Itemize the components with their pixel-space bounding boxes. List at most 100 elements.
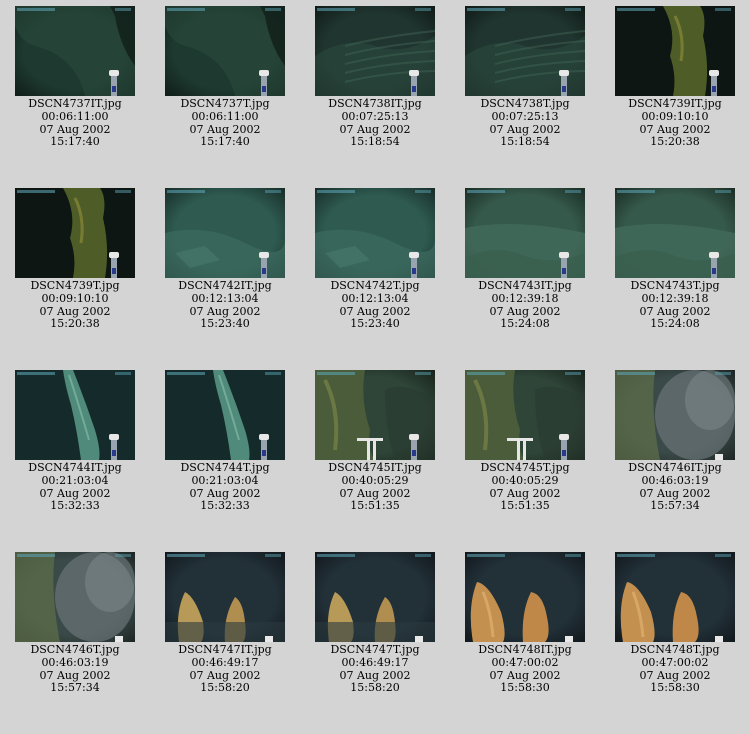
caption-time: 15:51:35: [350, 499, 400, 513]
thumbnail-image-link[interactable]: [465, 552, 585, 642]
caption-filename: DSCN4748IT.jpg: [478, 643, 572, 656]
caption-timecode: 00:21:03:04: [191, 473, 259, 487]
caption-time: 15:24:08: [500, 317, 550, 331]
caption-time: 15:18:54: [350, 135, 400, 149]
thumbnail-image-link[interactable]: [15, 6, 135, 96]
caption-filename: DSCN4738T.jpg: [480, 97, 570, 110]
thumbnail-image-link[interactable]: [465, 6, 585, 96]
thumbnail-image: [165, 552, 285, 642]
thumbnail-image: [15, 188, 135, 278]
caption-filename: DSCN4745IT.jpg: [328, 461, 422, 474]
thumbnail-item: DSCN4745T.jpg 00:40:05:29 07 Aug 2002 15:51…: [450, 370, 600, 513]
thumbnail-image: [315, 370, 435, 460]
thumbnail-caption: DSCN4748IT.jpg 00:47:00:02 07 Aug 2002 15:5…: [450, 643, 600, 695]
caption-filename: DSCN4748T.jpg: [630, 643, 720, 656]
thumbnail-image-link[interactable]: [465, 370, 585, 460]
caption-time: 15:23:40: [350, 317, 400, 331]
caption-time: 15:17:40: [50, 135, 100, 149]
caption-timecode: 00:47:00:02: [491, 655, 559, 669]
thumbnail-image: [615, 552, 735, 642]
caption-time: 15:18:54: [500, 135, 550, 149]
caption-timecode: 00:06:11:00: [191, 109, 259, 123]
caption-timecode: 00:40:05:29: [491, 473, 559, 487]
thumbnail-image: [615, 188, 735, 278]
thumbnail-image: [315, 6, 435, 96]
thumbnail-item: DSCN4747IT.jpg 00:46:49:17 07 Aug 2002 15:5…: [150, 552, 300, 695]
caption-timecode: 00:09:10:10: [641, 109, 709, 123]
caption-time: 15:57:34: [650, 499, 700, 513]
caption-filename: DSCN4737T.jpg: [180, 97, 270, 110]
thumbnail-item: DSCN4742T.jpg 00:12:13:04 07 Aug 2002 15:23…: [300, 188, 450, 331]
caption-timecode: 00:47:00:02: [641, 655, 709, 669]
thumbnail-image-link[interactable]: [615, 188, 735, 278]
thumbnail-image-link[interactable]: [615, 552, 735, 642]
thumbnail-caption: DSCN4739T.jpg 00:09:10:10 07 Aug 2002 15:20…: [0, 279, 150, 331]
caption-timecode: 00:06:11:00: [41, 109, 109, 123]
thumbnail-caption: DSCN4748T.jpg 00:47:00:02 07 Aug 2002 15:58…: [600, 643, 750, 695]
thumbnail-image-link[interactable]: [15, 552, 135, 642]
thumbnail-image: [15, 552, 135, 642]
caption-timecode: 00:09:10:10: [41, 291, 109, 305]
thumbnail-caption: DSCN4742T.jpg 00:12:13:04 07 Aug 2002 15:23…: [300, 279, 450, 331]
caption-filename: DSCN4739IT.jpg: [628, 97, 722, 110]
caption-time: 15:20:38: [50, 317, 100, 331]
caption-timecode: 00:07:25:13: [491, 109, 559, 123]
thumbnail-image-link[interactable]: [465, 188, 585, 278]
caption-filename: DSCN4737IT.jpg: [28, 97, 122, 110]
thumbnail-caption: DSCN4737IT.jpg 00:06:11:00 07 Aug 2002 15:1…: [0, 97, 150, 149]
thumbnail-image: [315, 188, 435, 278]
caption-time: 15:58:20: [350, 681, 400, 695]
thumbnail-item: DSCN4738T.jpg 00:07:25:13 07 Aug 2002 15:18…: [450, 6, 600, 149]
thumbnail-image-link[interactable]: [615, 370, 735, 460]
caption-timecode: 00:12:39:18: [491, 291, 559, 305]
caption-filename: DSCN4747T.jpg: [330, 643, 420, 656]
thumbnail-item: DSCN4739IT.jpg 00:09:10:10 07 Aug 2002 15:2…: [600, 6, 750, 149]
caption-time: 15:58:20: [200, 681, 250, 695]
caption-timecode: 00:21:03:04: [41, 473, 109, 487]
thumbnail-item: DSCN4746T.jpg 00:46:03:19 07 Aug 2002 15:57…: [0, 552, 150, 695]
caption-timecode: 00:12:13:04: [191, 291, 259, 305]
thumbnail-item: DSCN4748T.jpg 00:47:00:02 07 Aug 2002 15:58…: [600, 552, 750, 695]
thumbnail-item: DSCN4737IT.jpg 00:06:11:00 07 Aug 2002 15:1…: [0, 6, 150, 149]
caption-time: 15:24:08: [650, 317, 700, 331]
caption-timecode: 00:12:39:18: [641, 291, 709, 305]
caption-filename: DSCN4744IT.jpg: [28, 461, 122, 474]
thumbnail-item: DSCN4743T.jpg 00:12:39:18 07 Aug 2002 15:24…: [600, 188, 750, 331]
thumbnail-caption: DSCN4737T.jpg 00:06:11:00 07 Aug 2002 15:17…: [150, 97, 300, 149]
caption-timecode: 00:46:03:19: [641, 473, 709, 487]
caption-timecode: 00:40:05:29: [341, 473, 409, 487]
caption-filename: DSCN4746IT.jpg: [628, 461, 722, 474]
caption-time: 15:58:30: [650, 681, 700, 695]
thumbnail-image: [15, 370, 135, 460]
thumbnail-image: [165, 6, 285, 96]
thumbnail-caption: DSCN4745T.jpg 00:40:05:29 07 Aug 2002 15:51…: [450, 461, 600, 513]
thumbnail-image-link[interactable]: [165, 370, 285, 460]
thumbnail-image: [615, 370, 735, 460]
thumbnail-image-link[interactable]: [315, 370, 435, 460]
thumbnail-image-link[interactable]: [315, 188, 435, 278]
thumbnail-item: DSCN4748IT.jpg 00:47:00:02 07 Aug 2002 15:5…: [450, 552, 600, 695]
thumbnail-item: DSCN4738IT.jpg 00:07:25:13 07 Aug 2002 15:1…: [300, 6, 450, 149]
thumbnail-image: [165, 188, 285, 278]
thumbnail-image-link[interactable]: [315, 6, 435, 96]
thumbnail-image-link[interactable]: [165, 188, 285, 278]
thumbnail-image-link[interactable]: [165, 6, 285, 96]
thumbnail-caption: DSCN4743IT.jpg 00:12:39:18 07 Aug 2002 15:2…: [450, 279, 600, 331]
thumbnail-caption: DSCN4747IT.jpg 00:46:49:17 07 Aug 2002 15:5…: [150, 643, 300, 695]
thumbnail-caption: DSCN4738T.jpg 00:07:25:13 07 Aug 2002 15:18…: [450, 97, 600, 149]
caption-filename: DSCN4744T.jpg: [180, 461, 270, 474]
thumbnail-item: DSCN4744T.jpg 00:21:03:04 07 Aug 2002 15:32…: [150, 370, 300, 513]
thumbnail-image-link[interactable]: [615, 6, 735, 96]
thumbnail-image-link[interactable]: [15, 188, 135, 278]
caption-filename: DSCN4746T.jpg: [30, 643, 120, 656]
thumbnail-grid: DSCN4737IT.jpg 00:06:11:00 07 Aug 2002 15:1…: [0, 0, 750, 734]
thumbnail-image: [465, 552, 585, 642]
caption-filename: DSCN4739T.jpg: [30, 279, 120, 292]
caption-filename: DSCN4745T.jpg: [480, 461, 570, 474]
thumbnail-image-link[interactable]: [15, 370, 135, 460]
thumbnail-image-link[interactable]: [315, 552, 435, 642]
thumbnail-image: [15, 6, 135, 96]
thumbnail-image-link[interactable]: [165, 552, 285, 642]
thumbnail-caption: DSCN4744T.jpg 00:21:03:04 07 Aug 2002 15:32…: [150, 461, 300, 513]
thumbnail-item: DSCN4739T.jpg 00:09:10:10 07 Aug 2002 15:20…: [0, 188, 150, 331]
